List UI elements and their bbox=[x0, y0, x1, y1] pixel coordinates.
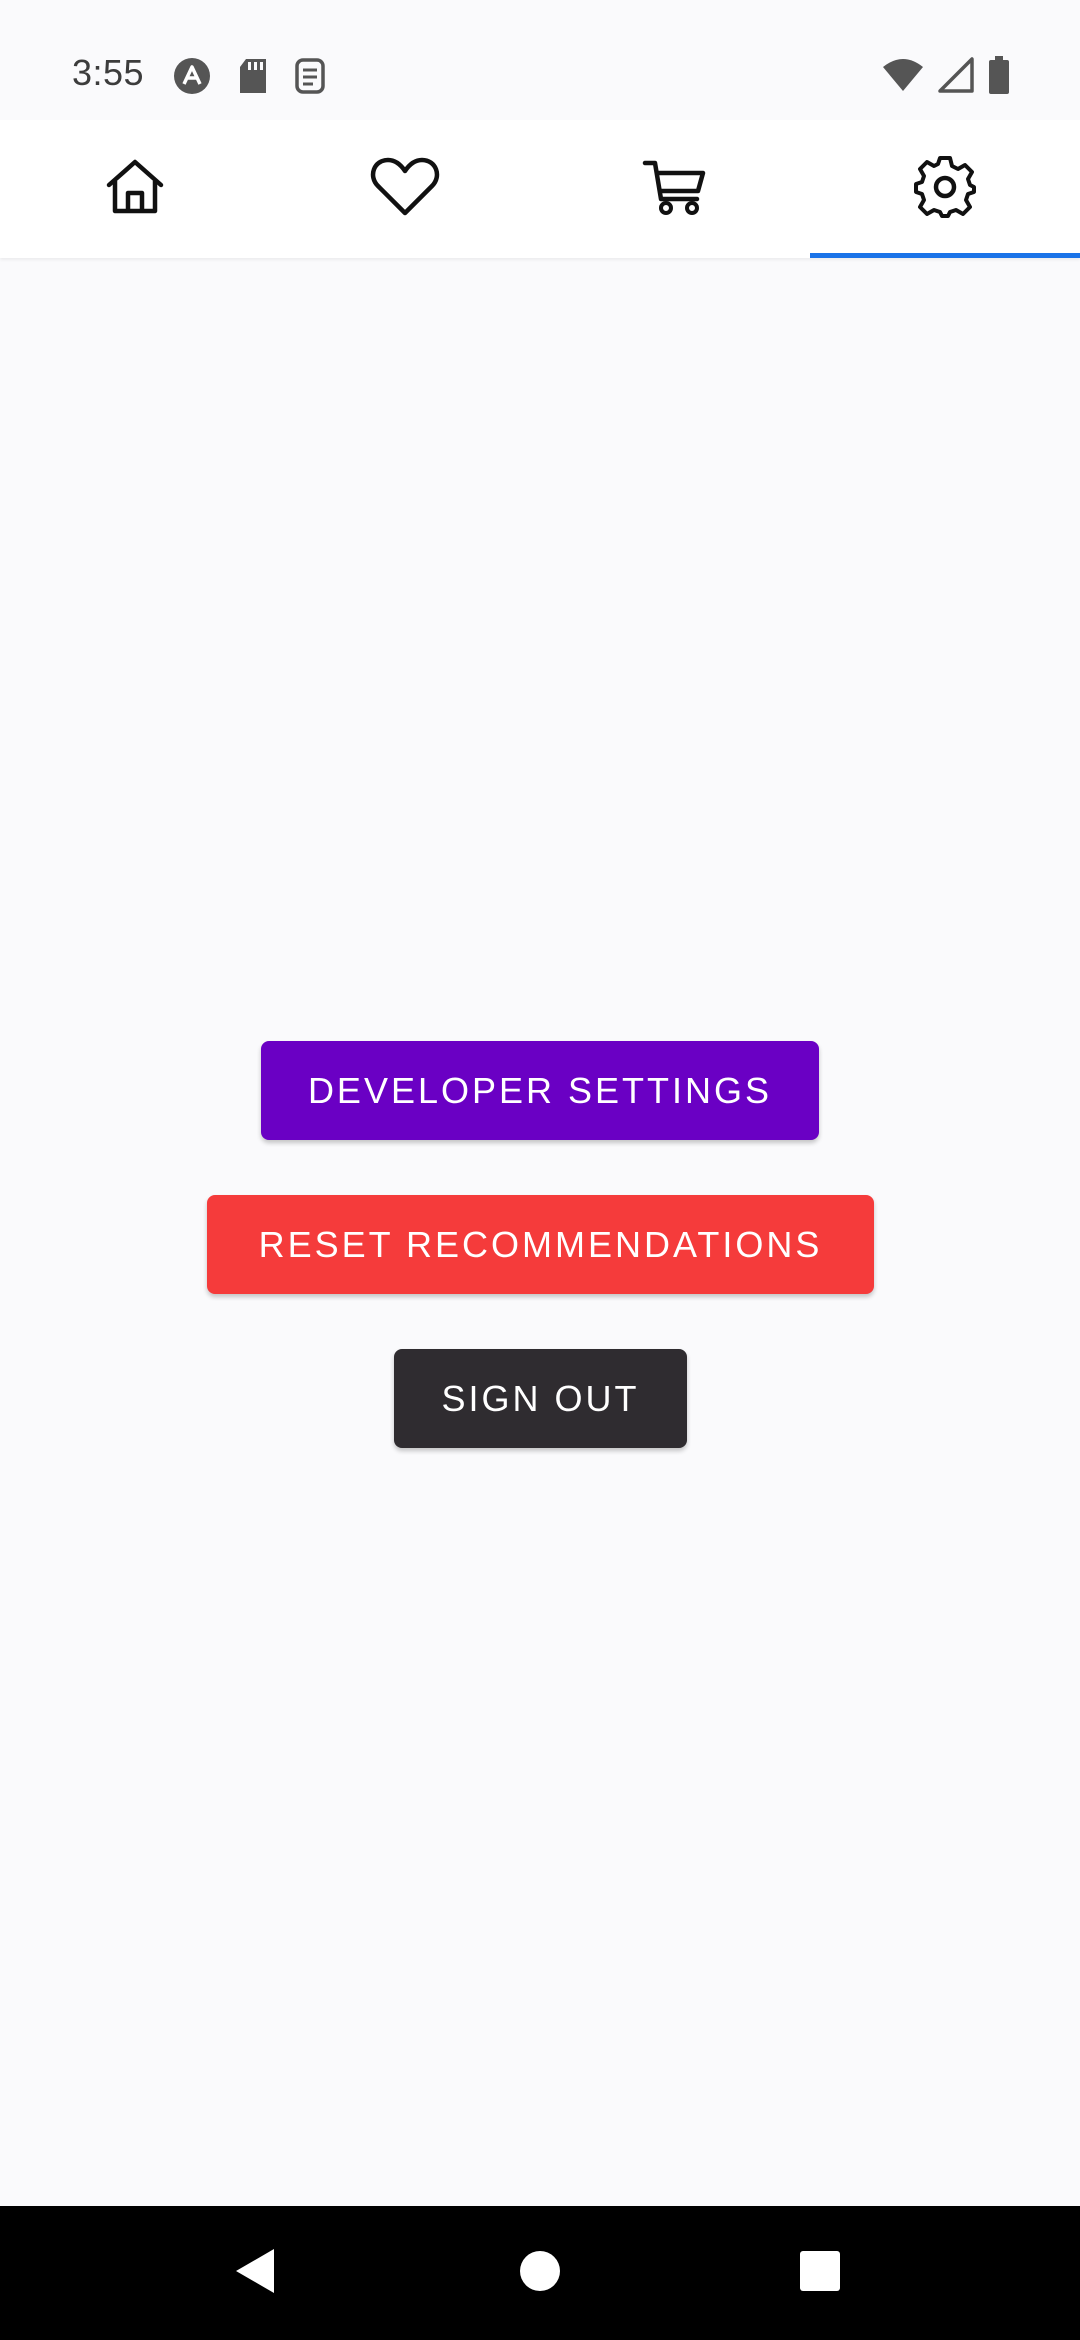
android-auto-icon bbox=[172, 56, 212, 101]
wifi-icon bbox=[882, 57, 924, 98]
sd-card-icon bbox=[238, 57, 268, 100]
settings-screen: 3:55 DEVELOPER SETTINGS RESET RECOMMENDA… bbox=[0, 0, 1080, 2340]
back-icon bbox=[234, 2247, 278, 2300]
status-right-icons bbox=[882, 56, 1010, 99]
top-tab-bar bbox=[0, 120, 1080, 258]
tab-home[interactable] bbox=[0, 120, 270, 258]
sim-icon bbox=[294, 57, 326, 100]
nav-recents-button[interactable] bbox=[770, 2206, 870, 2340]
tab-favorites[interactable] bbox=[270, 120, 540, 258]
status-bar: 3:55 bbox=[0, 0, 1080, 120]
nav-home-button[interactable] bbox=[490, 2206, 590, 2340]
battery-icon bbox=[988, 56, 1010, 99]
heart-icon bbox=[370, 155, 440, 224]
gear-icon bbox=[912, 154, 978, 225]
sign-out-button[interactable]: SIGN OUT bbox=[394, 1349, 687, 1448]
nav-back-button[interactable] bbox=[206, 2206, 306, 2340]
reset-recommendations-button[interactable]: RESET RECOMMENDATIONS bbox=[207, 1195, 874, 1294]
recents-icon bbox=[799, 2250, 841, 2297]
tab-cart[interactable] bbox=[540, 120, 810, 258]
cart-icon bbox=[642, 155, 708, 224]
cell-signal-icon bbox=[938, 57, 974, 98]
home-circle-icon bbox=[518, 2249, 562, 2298]
status-left-icons bbox=[172, 56, 326, 101]
tab-settings[interactable] bbox=[810, 120, 1080, 258]
home-icon bbox=[103, 155, 167, 224]
status-time: 3:55 bbox=[72, 52, 145, 93]
system-nav-bar bbox=[0, 2206, 1080, 2340]
developer-settings-button[interactable]: DEVELOPER SETTINGS bbox=[261, 1041, 819, 1140]
